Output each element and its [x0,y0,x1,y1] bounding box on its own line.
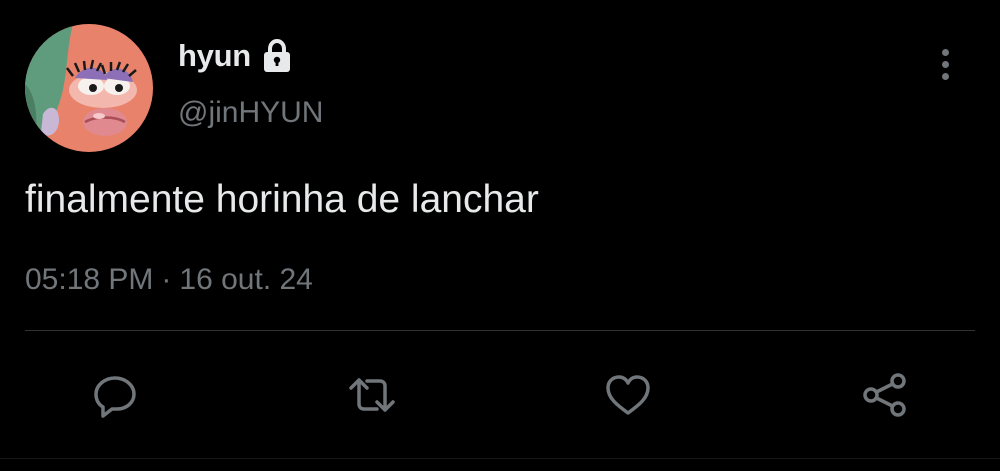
action-bar [0,365,1000,425]
retweet-button[interactable] [342,365,402,425]
tweet-timestamp: 05:18 PM · 16 out. 24 [25,263,313,297]
lock-icon [263,39,290,72]
more-dot-icon [941,48,949,56]
more-options-button[interactable] [930,44,960,84]
reply-button[interactable] [85,365,145,425]
meta-separator: · [161,263,172,296]
display-name[interactable]: hyun [178,38,251,74]
like-button[interactable] [598,365,658,425]
share-button[interactable] [855,365,915,425]
avatar-image [25,24,153,152]
tweet-text: finalmente horinha de lanchar [25,178,539,221]
heart-icon [606,375,650,415]
more-dot-icon [941,60,949,68]
tweet-date[interactable]: 16 out. 24 [179,263,312,296]
tweet-time[interactable]: 05:18 PM [25,263,153,296]
author-name-row: hyun [178,38,293,74]
divider [25,330,975,331]
retweet-icon [349,378,395,412]
avatar[interactable] [25,24,153,152]
share-icon [863,373,906,417]
reply-icon [94,376,136,418]
bottom-divider [0,458,1000,459]
more-dot-icon [941,72,949,80]
user-handle[interactable]: @jinHYUN [178,96,323,130]
